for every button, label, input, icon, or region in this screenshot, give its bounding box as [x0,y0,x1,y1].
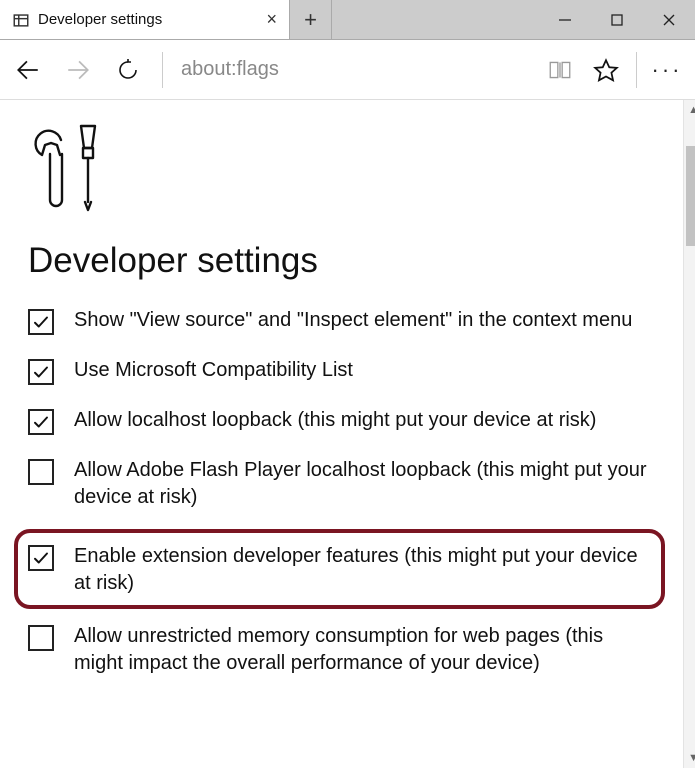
checkbox[interactable] [28,545,54,571]
forward-button[interactable] [62,54,94,86]
more-button[interactable]: ··· [651,54,683,86]
setting-option: Allow unrestricted memory consumption fo… [28,623,655,677]
reading-view-icon[interactable] [544,54,576,86]
setting-label: Use Microsoft Compatibility List [74,357,353,384]
active-tab[interactable]: Developer settings × [0,0,290,39]
scrollbar[interactable]: ▲ ▼ [683,100,695,768]
page-title: Developer settings [28,241,655,281]
setting-label: Allow Adobe Flash Player localhost loopb… [74,457,655,511]
scrollbar-up-icon[interactable]: ▲ [684,100,695,120]
setting-label: Enable extension developer features (thi… [74,543,647,597]
toolbar-divider [162,52,163,88]
setting-label: Show "View source" and "Inspect element"… [74,307,632,334]
window-controls [539,0,695,39]
scrollbar-thumb[interactable] [686,146,695,246]
checkbox[interactable] [28,309,54,335]
developer-tools-icon [28,120,655,225]
setting-label: Allow localhost loopback (this might put… [74,407,596,434]
options-list: Show "View source" and "Inspect element"… [28,307,655,677]
window-close-button[interactable] [643,0,695,40]
checkbox[interactable] [28,459,54,485]
checkbox[interactable] [28,409,54,435]
tab-favicon [12,11,30,29]
scrollbar-down-icon[interactable]: ▼ [684,748,695,768]
tab-strip: Developer settings × + [0,0,695,40]
page-content: Developer settings Show "View source" an… [0,100,683,768]
new-tab-button[interactable]: + [290,0,332,39]
back-button[interactable] [12,54,44,86]
toolbar: about:flags ··· [0,40,695,100]
setting-label: Allow unrestricted memory consumption fo… [74,623,655,677]
favorites-icon[interactable] [590,54,622,86]
checkbox[interactable] [28,625,54,651]
setting-option: Use Microsoft Compatibility List [28,357,655,385]
address-bar[interactable]: about:flags [181,58,381,81]
setting-option: Enable extension developer features (thi… [28,543,647,597]
checkbox[interactable] [28,359,54,385]
tab-title: Developer settings [38,11,162,28]
window-maximize-button[interactable] [591,0,643,40]
toolbar-divider-2 [636,52,637,88]
setting-option: Allow Adobe Flash Player localhost loopb… [28,457,655,511]
refresh-button[interactable] [112,54,144,86]
setting-option: Show "View source" and "Inspect element"… [28,307,655,335]
tab-close-icon[interactable]: × [266,9,277,30]
highlighted-setting: Enable extension developer features (thi… [14,529,665,609]
window-minimize-button[interactable] [539,0,591,40]
setting-option: Allow localhost loopback (this might put… [28,407,655,435]
